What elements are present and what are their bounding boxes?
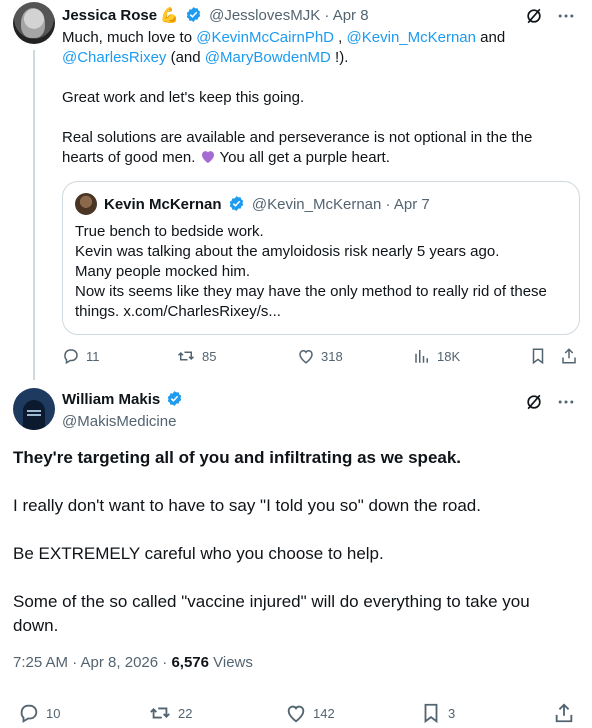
repost-icon [177, 351, 195, 361]
flexed-arm-emoji: 💪 [160, 7, 179, 24]
mention-link[interactable]: @KevinMcCairnPhD [196, 29, 334, 46]
mention-link[interactable]: @Kevin_McKernan [347, 29, 476, 46]
tweet-jessica-rose[interactable]: Jessica Rose 💪 @JesslovesMJK · Apr 8 Much… [0, 0, 592, 380]
share-button[interactable] [560, 345, 578, 367]
purple-heart-icon [201, 151, 214, 164]
tweet-text: Much, much love to @KevinMcCairnPhD , @K… [62, 29, 533, 166]
avatar[interactable] [13, 388, 55, 430]
quoted-tweet[interactable]: Kevin McKernan @Kevin_McKernan · Apr 7 T… [62, 181, 580, 335]
like-count: 142 [313, 705, 335, 721]
tweet-actions: 10 22 142 3 [0, 702, 592, 726]
author-name[interactable]: William Makis [62, 391, 160, 408]
heart-icon [299, 349, 313, 364]
reply-count: 10 [46, 705, 61, 721]
heart-icon [287, 705, 305, 723]
like-button[interactable]: 318 [297, 345, 343, 367]
bookmark-count: 3 [448, 705, 456, 721]
mention-link[interactable]: @MaryBowdenMD [205, 49, 331, 66]
verified-badge-icon [186, 7, 201, 22]
like-button[interactable]: 142 [285, 702, 335, 724]
avatar[interactable] [75, 193, 97, 215]
author-handle[interactable]: @MakisMedicine [62, 412, 176, 432]
tweet-text: They're targeting all of you and infiltr… [13, 448, 530, 635]
tweet-header: William Makis [62, 390, 186, 410]
repost-icon [150, 707, 170, 719]
views-count: 6,576 [171, 654, 209, 671]
repost-button[interactable]: 85 [176, 345, 216, 367]
repost-count: 85 [202, 348, 217, 364]
bookmark-button[interactable]: 3 [420, 702, 455, 724]
like-count: 318 [321, 348, 343, 364]
reply-button[interactable]: 10 [18, 702, 60, 724]
reply-button[interactable]: 11 [62, 345, 100, 367]
reply-icon [20, 704, 38, 723]
grok-icon[interactable] [524, 6, 544, 26]
tweet-timestamp[interactable]: 7:25 AM · Apr 8, 2026 · [13, 654, 171, 671]
tweet-actions: 11 85 318 18K [62, 345, 580, 367]
repost-button[interactable]: 22 [148, 702, 192, 724]
tweet-header: Jessica Rose 💪 @JesslovesMJK · Apr 8 [62, 6, 369, 26]
grok-icon[interactable] [524, 392, 544, 412]
quoted-tweet-text: True bench to bedside work. Kevin was ta… [75, 223, 547, 320]
tweet-date[interactable]: · Apr 8 [324, 7, 368, 24]
more-options-icon[interactable] [556, 392, 576, 412]
author-name[interactable]: Jessica Rose [62, 7, 157, 24]
share-button[interactable] [553, 702, 575, 724]
views-button[interactable]: 18K [413, 345, 460, 367]
more-options-icon[interactable] [556, 6, 576, 26]
verified-badge-icon [229, 196, 243, 211]
thread-connector [33, 50, 35, 380]
tweet-top-actions [524, 6, 576, 26]
bookmark-icon [532, 348, 544, 365]
author-handle: @Kevin_McKernan [251, 196, 382, 213]
mention-link[interactable]: @CharlesRixey [62, 49, 166, 66]
author-name: Kevin McKernan [104, 196, 222, 213]
quoted-tweet-header: Kevin McKernan @Kevin_McKernan · Apr 7 [104, 195, 430, 215]
reply-count: 11 [86, 348, 100, 364]
author-handle[interactable]: @JesslovesMJK [209, 7, 320, 24]
bookmark-button[interactable] [529, 345, 547, 367]
reply-icon [64, 349, 78, 365]
tweet-meta: 7:25 AM · Apr 8, 2026 · 6,576 Views [13, 653, 253, 673]
views-label: Views [208, 654, 253, 671]
views-count: 18K [437, 348, 461, 364]
verified-badge-icon [168, 391, 182, 406]
tweet-top-actions [524, 392, 576, 412]
share-icon [555, 703, 573, 723]
analytics-icon [415, 350, 428, 363]
bookmark-icon [424, 703, 438, 724]
share-icon [562, 348, 576, 364]
tweet-date: · Apr 7 [385, 196, 430, 213]
repost-count: 22 [178, 705, 193, 721]
avatar[interactable] [13, 2, 55, 44]
